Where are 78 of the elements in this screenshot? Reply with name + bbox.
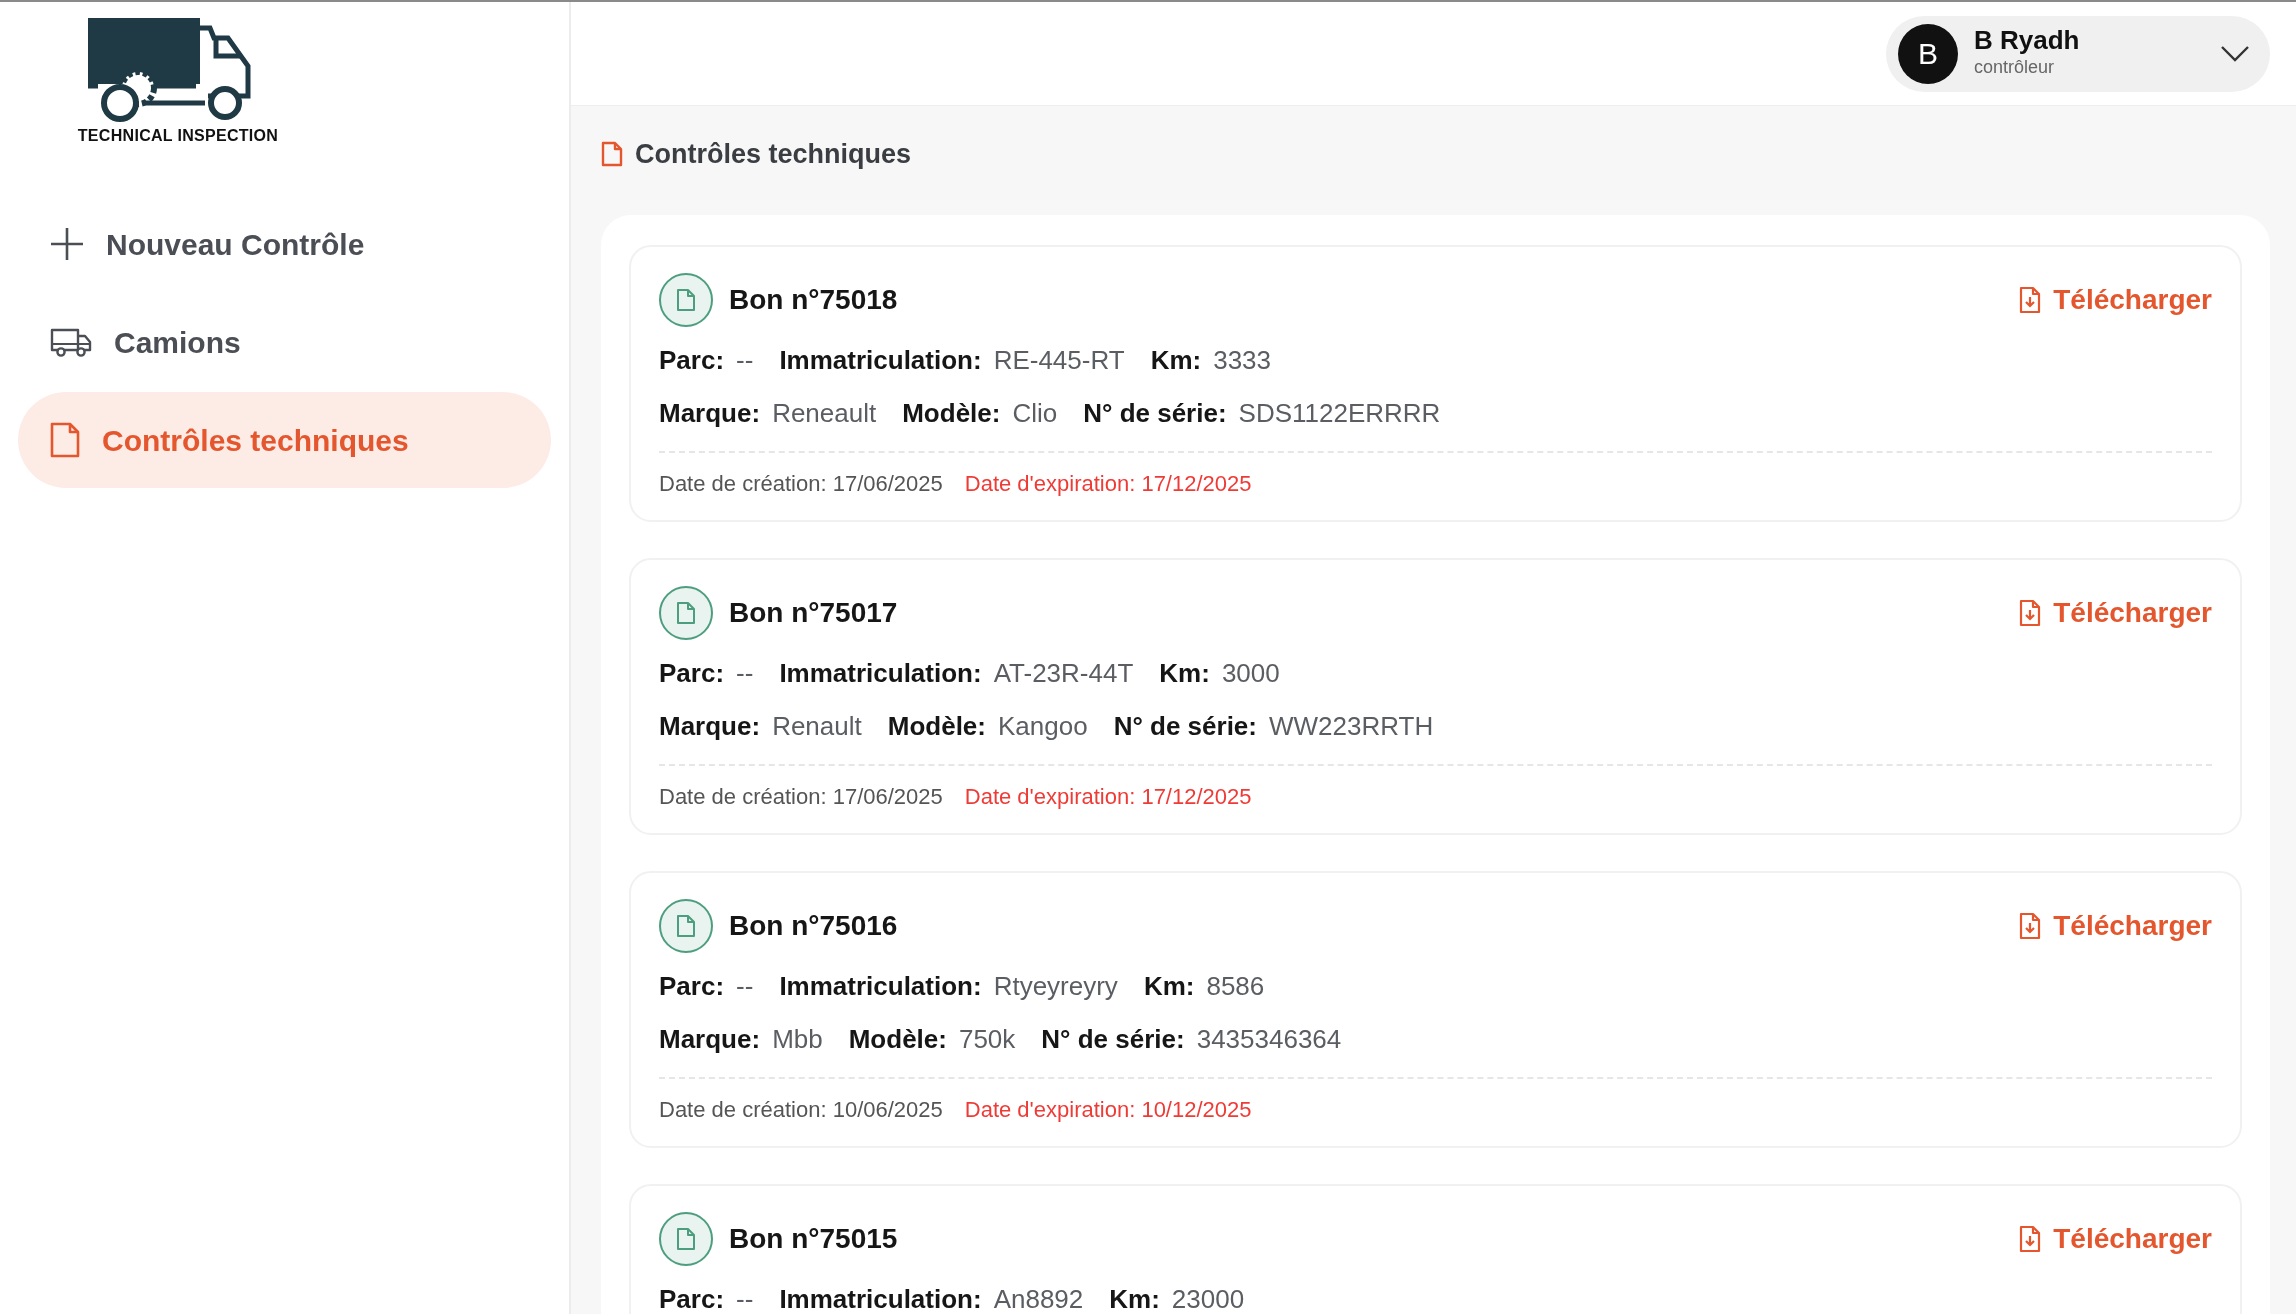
field-value: -- [736, 657, 754, 688]
download-button[interactable]: Télécharger [2019, 278, 2212, 321]
field-label: Modèle: [887, 710, 986, 741]
sidebar-item[interactable]: Camions [18, 294, 551, 390]
field-label: Immatriculation: [779, 657, 982, 688]
field-label: Modèle: [902, 397, 1001, 428]
field-value: Renault [772, 710, 862, 741]
field-value: -- [736, 1283, 754, 1314]
field-label: Immatriculation: [779, 344, 982, 375]
plus-icon [50, 227, 84, 261]
download-icon [2019, 1224, 2042, 1253]
download-button[interactable]: Télécharger [2019, 904, 2212, 947]
expiration-date: Date d'expiration: 17/12/2025 [964, 469, 1252, 498]
user-name: B Ryadh [1974, 25, 2081, 55]
user-role: contrôleur [1974, 56, 2056, 80]
download-button[interactable]: Télécharger [2019, 591, 2212, 634]
field-label: Marque: [659, 710, 761, 741]
field-label: N° de série: [1041, 1023, 1185, 1054]
field-value: Reneault [772, 397, 877, 428]
field-value: 23000 [1171, 1283, 1245, 1314]
field-value: SDS1122ERRRR [1238, 397, 1441, 428]
document-icon [659, 585, 713, 640]
avatar: B [1898, 23, 1958, 84]
field-label: Immatriculation: [779, 1283, 982, 1314]
document-icon [50, 422, 80, 458]
expiration-date: Date d'expiration: 10/12/2025 [964, 1095, 1252, 1124]
document-icon [659, 898, 713, 953]
field-value: 750k [958, 1023, 1016, 1054]
document-icon [659, 1211, 713, 1266]
field-value: 3333 [1213, 344, 1272, 375]
record-title: Bon n°75018 [729, 282, 898, 317]
record-title: Bon n°75015 [729, 1221, 898, 1256]
chevron-down-icon [2220, 44, 2250, 63]
field-label: Km: [1143, 970, 1195, 1001]
creation-date: Date de création: 10/06/2025 [659, 1095, 943, 1124]
logo-text: TECHNICAL INSPECTION [77, 126, 279, 146]
field-value: -- [736, 344, 754, 375]
download-icon [2019, 598, 2042, 627]
field-value: -- [736, 970, 754, 1001]
field-label: Marque: [659, 397, 761, 428]
field-value: 3435346364 [1196, 1023, 1342, 1054]
sidebar-item[interactable]: Contrôles techniques [18, 392, 551, 488]
field-label: Km: [1159, 657, 1210, 688]
creation-date: Date de création: 17/06/2025 [659, 782, 943, 811]
field-value: AT-23R-44T [993, 657, 1134, 688]
field-label: Marque: [659, 1023, 761, 1054]
field-value: RE-445-RT [993, 344, 1125, 375]
truck-icon [50, 327, 92, 357]
field-label: Km: [1150, 344, 1202, 375]
field-value: 3000 [1221, 657, 1280, 688]
user-menu[interactable]: B B Ryadh contrôleur [1886, 15, 2270, 92]
document-icon [601, 141, 623, 168]
field-label: Modèle: [848, 1023, 947, 1054]
record-title: Bon n°75016 [729, 908, 898, 943]
download-button[interactable]: Télécharger [2019, 1217, 2212, 1260]
field-label: Parc: [659, 657, 725, 688]
field-value: Mbb [772, 1023, 823, 1054]
field-value: Rtyeyreyry [993, 970, 1118, 1001]
creation-date: Date de création: 17/06/2025 [659, 469, 943, 498]
record-title: Bon n°75017 [729, 595, 898, 630]
field-value: WW223RRTH [1269, 710, 1434, 741]
page-title: Contrôles techniques [635, 138, 912, 171]
field-label: Parc: [659, 970, 725, 1001]
field-value: 8586 [1206, 970, 1265, 1001]
field-label: N° de série: [1113, 710, 1257, 741]
field-label: Parc: [659, 1283, 725, 1314]
field-label: Immatriculation: [779, 970, 982, 1001]
document-icon [659, 272, 713, 327]
field-label: N° de série: [1083, 397, 1227, 428]
download-icon [2019, 911, 2042, 940]
field-label: Km: [1109, 1283, 1160, 1314]
sidebar-item[interactable]: Nouveau Contrôle [18, 196, 551, 292]
field-value: An8892 [993, 1283, 1084, 1314]
field-label: Parc: [659, 344, 725, 375]
field-value: Clio [1012, 397, 1058, 428]
download-icon [2019, 285, 2042, 314]
expiration-date: Date d'expiration: 17/12/2025 [964, 782, 1252, 811]
field-value: Kangoo [998, 710, 1088, 741]
